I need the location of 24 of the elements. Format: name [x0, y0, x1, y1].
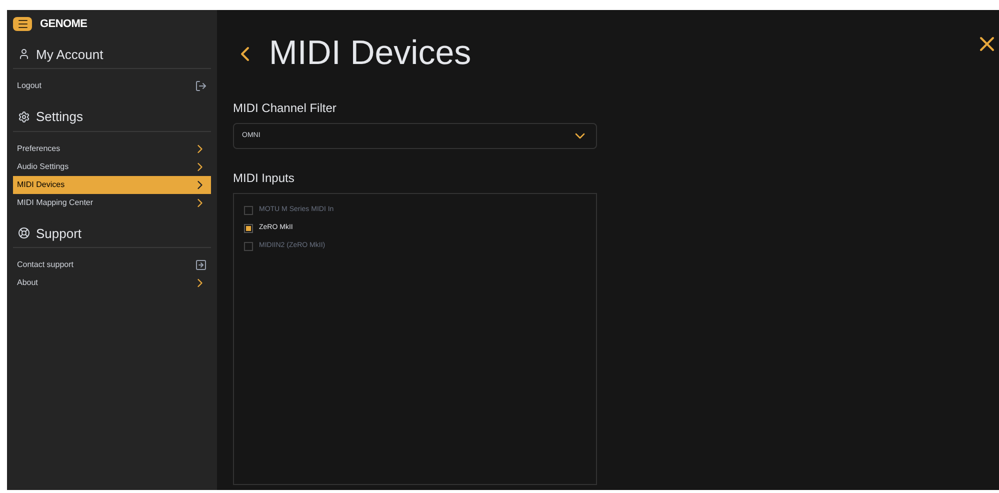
section-title: My Account [36, 46, 104, 64]
menu-icon [16, 18, 28, 30]
section-title: Support [36, 224, 82, 243]
sidebar-item[interactable]: About [13, 274, 211, 292]
sidebar-item[interactable]: Logout [13, 77, 211, 95]
sidebar-item[interactable]: Contact support [13, 256, 211, 274]
user-icon [18, 48, 30, 60]
lifebuoy-icon [18, 227, 30, 240]
field-label: MIDI Inputs [233, 170, 296, 187]
field-label: MIDI Channel Filter [233, 100, 338, 117]
enter-icon [195, 259, 207, 271]
logo: GENOME [40, 17, 88, 32]
sidebar-item[interactable]: MIDI Mapping Center [13, 194, 211, 212]
sidebar-item[interactable]: Preferences [13, 140, 211, 158]
gear-icon [18, 110, 30, 123]
checkbox[interactable] [244, 242, 253, 250]
menu-button[interactable] [13, 17, 32, 32]
logout-icon [195, 80, 207, 92]
sidebar-item[interactable]: Audio Settings [13, 158, 211, 176]
checkbox[interactable] [244, 206, 253, 214]
section-title: Settings [36, 108, 83, 126]
sidebar-item[interactable]: MIDI Devices [13, 176, 211, 194]
page-title: MIDI Devices [269, 33, 472, 74]
checkbox[interactable] [244, 224, 253, 232]
